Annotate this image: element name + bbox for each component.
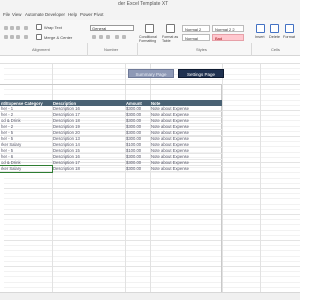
cells-group-label: Cells — [271, 47, 280, 52]
orientation-icon[interactable] — [24, 26, 28, 30]
format-cells-label[interactable]: Format — [283, 35, 295, 39]
percent-icon[interactable] — [99, 35, 103, 39]
number-group-label: Number — [104, 47, 119, 52]
column-gridline — [125, 64, 126, 292]
template-frame-top — [0, 84, 222, 85]
format-cells-icon[interactable] — [285, 24, 294, 33]
format-as-table-label[interactable]: Format as Table — [162, 35, 180, 43]
align-left-icon[interactable] — [4, 35, 8, 39]
align-bottom-icon[interactable] — [16, 26, 20, 30]
table-row: rker Salary Description 18 $300.00 Note abo… — [0, 164, 222, 173]
status-bar — [0, 292, 300, 300]
conditional-formatting-label[interactable]: Conditional Formatting — [139, 35, 161, 43]
conditional-formatting-icon[interactable] — [145, 24, 154, 33]
tab-help[interactable]: Help — [68, 12, 77, 17]
merge-center-button[interactable]: Merge & Center — [36, 34, 72, 40]
delete-cells-icon[interactable] — [270, 24, 279, 33]
style-normal[interactable]: Normal — [182, 34, 210, 41]
column-gridline — [150, 64, 151, 292]
document-title: der Excel Template XT — [118, 1, 169, 7]
comma-style-icon[interactable] — [106, 35, 110, 39]
row-header-strip — [0, 64, 4, 292]
alignment-group-label: Alignment — [32, 47, 50, 52]
title-bar: der Excel Template XT — [0, 0, 300, 10]
amount-cell[interactable]: $300.00 — [125, 165, 150, 172]
column-gridline — [222, 64, 223, 292]
tab-view[interactable]: View — [12, 12, 21, 17]
wrap-text-button[interactable]: Wrap Text — [36, 24, 62, 30]
merge-center-label: Merge & Center — [44, 34, 73, 40]
summary-page-button[interactable]: Summary Page — [128, 69, 174, 78]
indent-icon[interactable] — [24, 35, 28, 39]
insert-cells-icon[interactable] — [256, 24, 265, 33]
currency-icon[interactable] — [92, 35, 96, 39]
align-middle-icon[interactable] — [10, 26, 14, 30]
format-as-table-icon[interactable] — [166, 24, 175, 33]
note-cell[interactable]: Note about Expense — [150, 165, 222, 172]
style-normal-2-2[interactable]: Normal 2 2 — [212, 25, 244, 32]
tab-file[interactable]: File — [3, 12, 10, 17]
tab-power-pivot[interactable]: Power Pivot — [80, 12, 103, 17]
category-cell[interactable]: rker Salary — [0, 164, 53, 173]
expense-table: nt/Expense Category Description Amount N… — [0, 100, 222, 173]
align-center-icon[interactable] — [10, 35, 14, 39]
style-bad[interactable]: Bad — [212, 34, 244, 41]
align-right-icon[interactable] — [16, 35, 20, 39]
ribbon-tabs: File View Automate Developer Help Power … — [0, 10, 300, 20]
number-format-select[interactable]: General — [90, 25, 134, 31]
table-body: her - 1 Description 16 $300.00 Note about E… — [0, 106, 222, 173]
style-normal-2[interactable]: Normal 2 — [182, 25, 210, 32]
column-gridline — [260, 64, 261, 292]
wrap-text-icon — [36, 24, 42, 30]
tab-automate[interactable]: Automate — [25, 12, 44, 17]
worksheet-grid[interactable]: Summary Page Settings Page nt/Expense Ca… — [0, 64, 300, 292]
styles-group-label: Styles — [196, 47, 207, 52]
merge-center-icon — [36, 34, 42, 40]
settings-page-button[interactable]: Settings Page — [178, 69, 224, 78]
formula-bar[interactable] — [0, 56, 300, 64]
align-top-icon[interactable] — [4, 26, 8, 30]
delete-cells-label[interactable]: Delete — [269, 35, 280, 39]
insert-cells-label[interactable]: Insert — [255, 35, 265, 39]
wrap-text-label: Wrap Text — [44, 24, 62, 30]
description-cell[interactable]: Description 18 — [52, 165, 125, 172]
tab-developer[interactable]: Developer — [45, 12, 65, 17]
increase-decimal-icon[interactable] — [115, 35, 119, 39]
ribbon: Wrap Text Merge & Center Alignment Gener… — [0, 20, 300, 71]
column-gridline — [52, 64, 53, 292]
decrease-decimal-icon[interactable] — [122, 35, 126, 39]
